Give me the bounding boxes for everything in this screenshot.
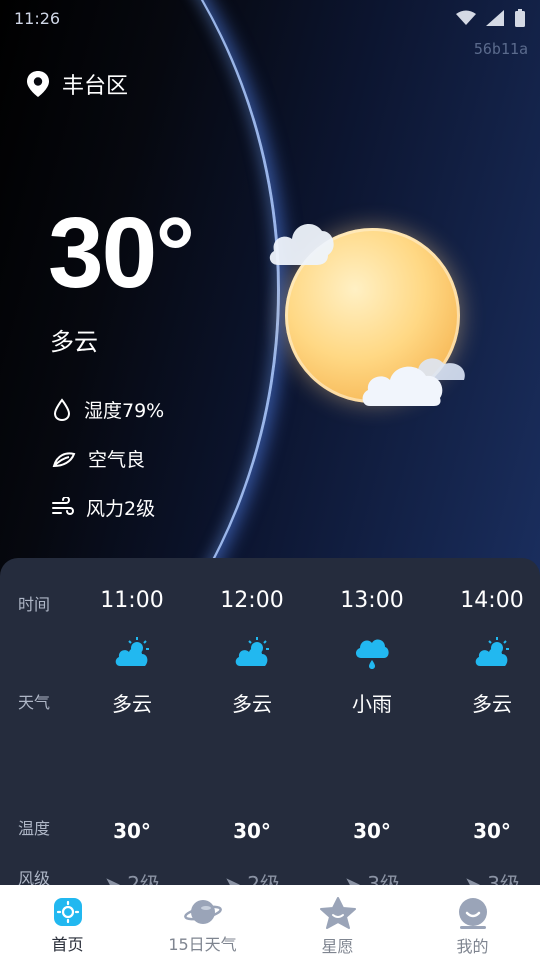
battery-icon — [515, 9, 525, 27]
hour-temp: 30° — [353, 819, 391, 843]
hour-condition: 多云 — [112, 692, 152, 716]
wind-icon — [52, 496, 74, 515]
humidity-stat: 湿度79% — [52, 396, 164, 423]
tab-wish[interactable]: 星愿 — [270, 885, 405, 960]
location-selector[interactable]: 丰台区 — [26, 68, 128, 100]
location-pin-icon — [27, 71, 49, 97]
tab-label: 我的 — [456, 937, 489, 956]
partly-cloudy-icon — [475, 637, 509, 666]
cloud-illustration-bottom — [362, 358, 470, 406]
hourly-forecast-panel[interactable]: 时间 天气 温度 风级 11:00 12:00 13:00 14:00 多云 多… — [0, 558, 540, 888]
current-temperature: 30° — [48, 197, 195, 309]
hour-time: 12:00 — [220, 588, 284, 613]
partly-cloudy-icon — [235, 637, 269, 666]
wind-text: 风力2级 — [86, 498, 156, 520]
profile-face-icon — [458, 898, 487, 929]
signal-icon — [486, 10, 504, 26]
hour-condition: 小雨 — [352, 692, 392, 716]
hour-time: 13:00 — [340, 588, 404, 613]
water-drop-icon — [53, 397, 71, 421]
leaf-icon — [52, 451, 76, 467]
hour-time: 11:00 — [100, 588, 164, 613]
humidity-text: 湿度79% — [84, 400, 165, 422]
planet-icon — [183, 900, 222, 924]
tab-label: 星愿 — [321, 937, 354, 956]
hour-temp: 30° — [473, 819, 511, 843]
tab-label: 首页 — [51, 935, 84, 954]
hour-temp: 30° — [233, 819, 271, 843]
hour-condition: 多云 — [232, 692, 272, 716]
status-bar: 11:26 — [0, 0, 540, 36]
tab-label: 15日天气 — [168, 935, 237, 954]
wifi-icon — [456, 10, 476, 25]
wind-stat: 风力2级 — [52, 494, 155, 521]
tab-15-day[interactable]: 15日天气 — [135, 885, 270, 960]
row-label-weather: 天气 — [18, 693, 51, 712]
air-quality-text: 空气良 — [88, 449, 146, 471]
current-condition: 多云 — [50, 328, 98, 356]
weather-hero: 11:26 56b11a 丰台区 30° 多云 湿度79% 空气良 风力2级 — [0, 0, 540, 590]
air-quality-stat: 空气良 — [52, 445, 145, 472]
light-rain-icon — [355, 639, 389, 669]
hour-condition: 多云 — [472, 692, 512, 716]
star-icon — [319, 897, 356, 929]
device-id: 56b11a — [473, 40, 528, 58]
tab-home[interactable]: 首页 — [0, 885, 135, 960]
tab-profile[interactable]: 我的 — [405, 885, 540, 960]
bottom-tab-bar: 首页 15日天气 星愿 我的 — [0, 885, 540, 960]
row-label-temp: 温度 — [18, 819, 51, 838]
row-label-time: 时间 — [18, 595, 51, 614]
location-name: 丰台区 — [62, 74, 129, 99]
home-sun-icon — [53, 898, 82, 926]
status-time: 11:26 — [14, 8, 61, 28]
cloud-illustration-top — [269, 224, 334, 265]
hour-temp: 30° — [113, 819, 151, 843]
hour-time: 14:00 — [460, 588, 524, 613]
partly-cloudy-icon — [115, 637, 149, 666]
